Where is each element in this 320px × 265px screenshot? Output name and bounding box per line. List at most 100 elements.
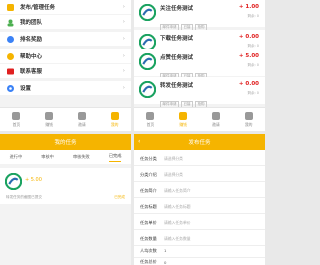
task-remaining: 剩余: 0 <box>247 91 259 95</box>
gear-icon <box>6 84 15 93</box>
form-row-intro[interactable]: 分类介绍 请选择分类 <box>134 168 265 182</box>
field-label: 分类介绍 <box>140 171 157 177</box>
invite-icon <box>211 111 220 120</box>
task-name: 下载任务测试 <box>160 36 194 42</box>
unit-price-field[interactable]: 请输入任务单价 <box>164 220 191 226</box>
my-task-screen: 我的任务 进行中 审核中 审核失败 已完成 + 5.00 转发任务的截图已提交 … <box>0 134 131 265</box>
nav-label: 邀请 <box>212 121 220 127</box>
task-price: + 0.00 <box>238 34 259 40</box>
nav-label: 赚钱 <box>179 121 187 127</box>
tab-failed[interactable]: 审核失败 <box>73 154 90 160</box>
intro-field[interactable]: 请选择分类 <box>164 172 183 178</box>
per-person-field[interactable]: 1 <box>164 248 166 253</box>
header-bar: ‹ 发布任务 <box>134 134 265 150</box>
field-label: 任务单价 <box>140 219 157 225</box>
nav-home[interactable]: 首页 <box>4 111 28 128</box>
header-bar: 我的任务 <box>0 134 131 150</box>
app-logo-icon <box>139 81 156 98</box>
task-remaining: 剩余: 0 <box>247 63 259 67</box>
page-title: 发布任务 <box>188 140 211 146</box>
field-label: 任务标题 <box>140 203 157 209</box>
chevron-right-icon: › <box>122 85 125 91</box>
bottom-nav: 首页 赚钱 邀请 我的 <box>0 107 131 131</box>
my-task-card[interactable]: + 5.00 转发任务的截图已提交 已完成 <box>0 168 131 204</box>
task-item[interactable]: 转发任务测试 + 0.00 邮件申请 已接 抢购 剩余: 0 <box>134 77 265 108</box>
publish-icon <box>6 3 15 12</box>
menu-item-help[interactable]: 帮助中心 › <box>0 49 131 63</box>
nav-home[interactable]: 首页 <box>138 111 162 128</box>
app-logo-icon <box>139 4 156 21</box>
app-logo-icon <box>139 53 156 70</box>
menu-item-team[interactable]: 我的团队 › <box>0 15 131 29</box>
bottom-nav: 首页 赚钱 邀请 我的 <box>134 107 265 131</box>
task-item[interactable]: 关注任务测试 + 1.00 邮件申请 已接 抢购 剩余: 0 <box>134 0 265 31</box>
nav-label: 首页 <box>146 121 155 127</box>
trophy-icon <box>6 35 15 44</box>
menu-item-label: 设置 <box>20 86 32 92</box>
chevron-right-icon: › <box>122 53 125 59</box>
task-price: + 1.00 <box>238 4 259 10</box>
tab-in-progress[interactable]: 进行中 <box>10 154 23 160</box>
form-row-category[interactable]: 任务分类 请选择分类 <box>134 152 265 166</box>
category-select[interactable]: 请选择分类 <box>164 156 183 162</box>
headset-icon <box>6 67 15 76</box>
task-price: + 5.00 <box>238 53 259 59</box>
nav-label: 我的 <box>110 121 119 127</box>
home-icon <box>146 111 155 120</box>
user-icon <box>244 111 253 120</box>
nav-label: 我的 <box>244 121 253 127</box>
earn-icon <box>179 111 188 120</box>
app-logo-icon <box>5 173 22 190</box>
nav-label: 邀请 <box>78 121 86 127</box>
nav-label: 首页 <box>12 121 21 127</box>
status-badge: 已完成 <box>114 195 125 199</box>
tab-completed[interactable]: 已完成 <box>108 153 122 162</box>
invite-icon <box>77 111 86 120</box>
form-row-summary[interactable]: 任务简介 请输入任务简介 <box>134 184 265 198</box>
field-label: 任务分类 <box>140 155 157 161</box>
menu-item-publish[interactable]: 发布/管理任务 › <box>0 0 131 14</box>
menu-item-label: 联系客服 <box>20 69 43 75</box>
menu-item-label: 帮助中心 <box>20 54 43 60</box>
nav-invite[interactable]: 邀请 <box>70 111 94 128</box>
field-label: 任务简介 <box>140 187 157 193</box>
chevron-right-icon: › <box>122 19 125 25</box>
task-list-screen: 关注任务测试 + 1.00 邮件申请 已接 抢购 剩余: 0 下载任务测试 + 0.… <box>134 0 265 131</box>
task-price: + 0.00 <box>238 81 259 87</box>
task-price: + 5.00 <box>25 177 42 183</box>
nav-invite[interactable]: 邀请 <box>204 111 228 128</box>
form-row-total: 任务总价 0 <box>134 255 265 265</box>
user-icon <box>110 111 119 120</box>
menu-item-service[interactable]: 联系客服 › <box>0 64 131 78</box>
task-description: 转发任务的截图已提交 <box>6 195 42 199</box>
task-name: 关注任务测试 <box>160 6 194 12</box>
field-label: 任务总价 <box>140 259 157 264</box>
help-icon <box>6 52 15 61</box>
nav-mine[interactable]: 我的 <box>103 111 127 128</box>
profile-menu-screen: 发布/管理任务 › 我的团队 › 排名奖励 › 帮助中心 › 联系客服 › 设置… <box>0 0 131 131</box>
summary-field[interactable]: 请输入任务简介 <box>164 188 191 194</box>
quantity-field[interactable]: 请输入任务数量 <box>164 236 191 242</box>
menu-item-label: 排名奖励 <box>20 37 43 43</box>
nav-earn[interactable]: 赚钱 <box>37 111 61 128</box>
chevron-right-icon: › <box>122 68 125 74</box>
menu-item-label: 发布/管理任务 <box>20 5 56 11</box>
nav-earn[interactable]: 赚钱 <box>171 111 195 128</box>
nav-mine[interactable]: 我的 <box>237 111 261 128</box>
task-name: 点赞任务测试 <box>160 55 194 61</box>
page-title: 我的任务 <box>54 140 77 146</box>
task-item[interactable]: 点赞任务测试 + 5.00 邮件申请 已接 抢购 剩余: 0 <box>134 49 265 80</box>
form-row-title[interactable]: 任务标题 请输入任务标题 <box>134 200 265 214</box>
status-tabs: 进行中 审核中 审核失败 已完成 <box>0 150 131 164</box>
form-row-unit-price[interactable]: 任务单价 请输入任务单价 <box>134 216 265 230</box>
total-value: 0 <box>164 259 167 265</box>
menu-item-ranking[interactable]: 排名奖励 › <box>0 32 131 46</box>
field-label: 任务数量 <box>140 235 157 241</box>
back-icon[interactable]: ‹ <box>138 138 140 145</box>
menu-item-settings[interactable]: 设置 › <box>0 81 131 95</box>
chevron-right-icon: › <box>122 4 125 10</box>
title-field[interactable]: 请输入任务标题 <box>164 204 191 210</box>
tab-reviewing[interactable]: 审核中 <box>41 154 54 160</box>
menu-item-label: 我的团队 <box>20 20 43 26</box>
field-label: 人均次数 <box>140 247 157 253</box>
